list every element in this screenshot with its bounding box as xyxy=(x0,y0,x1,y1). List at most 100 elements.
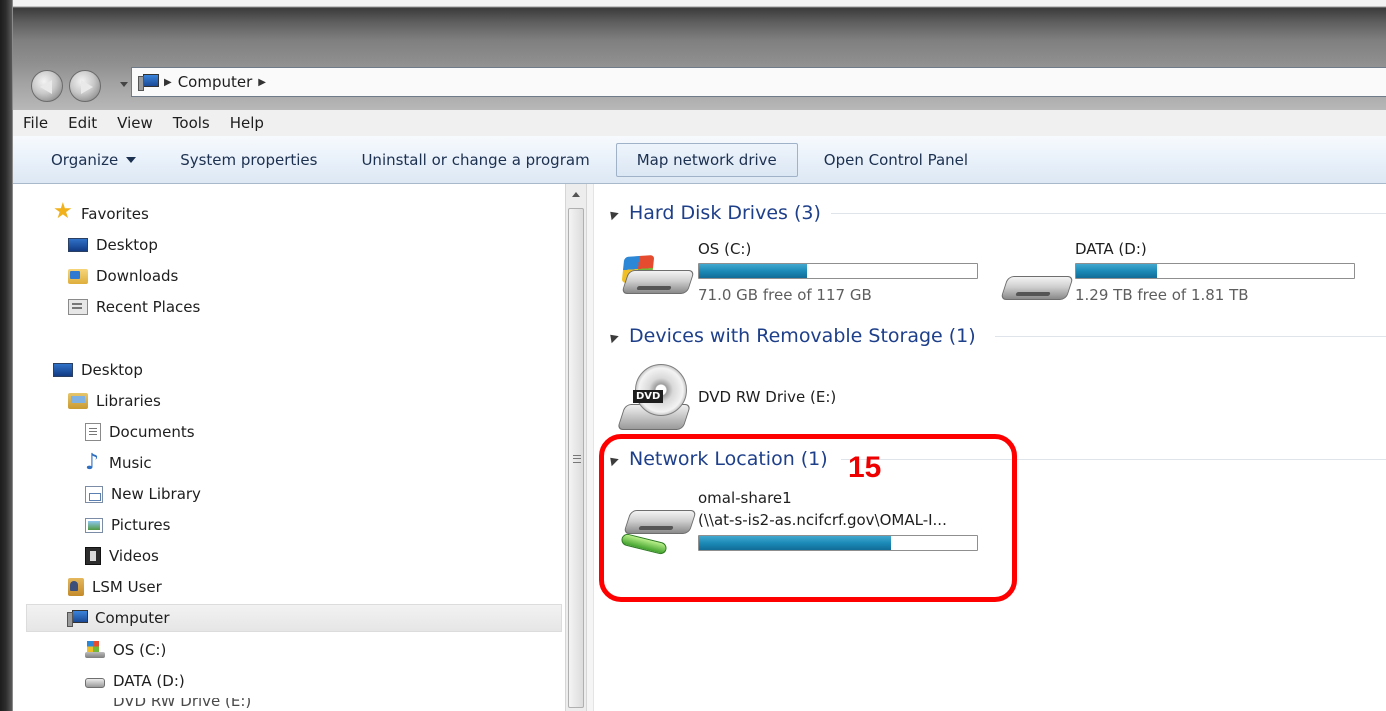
organize-button[interactable]: Organize xyxy=(13,143,158,177)
menu-file[interactable]: File xyxy=(23,114,58,132)
menu-edit[interactable]: Edit xyxy=(58,114,107,132)
system-properties-label: System properties xyxy=(180,150,318,169)
dvd-drive-icon xyxy=(85,698,105,711)
nav-label: Recent Places xyxy=(96,298,201,316)
forward-arrow-icon xyxy=(81,80,93,94)
nav-label: OS (C:) xyxy=(113,641,167,659)
drive-usage-bar xyxy=(698,263,978,279)
back-arrow-icon xyxy=(40,80,52,94)
menu-help[interactable]: Help xyxy=(220,114,274,132)
hard-drive-icon xyxy=(85,678,105,688)
group-hard-disk-drives[interactable]: Hard Disk Drives (3) xyxy=(606,202,821,224)
dvd-drive-icon: DVD xyxy=(616,364,693,438)
collapse-triangle-icon[interactable] xyxy=(606,207,619,220)
nav-item-computer[interactable]: Computer xyxy=(26,604,562,632)
group-divider xyxy=(831,213,1386,214)
pictures-icon xyxy=(85,517,103,533)
downloads-folder-icon xyxy=(68,268,88,284)
collapse-triangle-icon[interactable] xyxy=(606,330,619,343)
highlight-callout xyxy=(599,434,1017,602)
nav-label: LSM User xyxy=(92,578,162,596)
nav-label: DVD RW Drive (E:) xyxy=(113,698,252,710)
title-bar xyxy=(13,0,1386,60)
breadcrumb-chevron-icon[interactable]: ▶ xyxy=(164,77,172,88)
menu-tools[interactable]: Tools xyxy=(163,114,220,132)
drive-body xyxy=(621,270,695,294)
nav-label: DATA (D:) xyxy=(113,672,185,690)
nav-item-libraries[interactable]: Libraries xyxy=(68,387,161,415)
scroll-up-arrow-icon[interactable] xyxy=(572,192,580,197)
desktop-icon xyxy=(53,363,73,377)
drive-name: OS (C:) xyxy=(698,240,752,258)
computer-icon xyxy=(138,74,159,91)
nav-label: Computer xyxy=(95,609,170,627)
scrollbar-thumb[interactable] xyxy=(568,208,584,708)
nav-item-recent-places[interactable]: Recent Places xyxy=(68,293,200,321)
nav-item-os-c[interactable]: OS (C:) xyxy=(85,636,166,664)
system-properties-button[interactable]: System properties xyxy=(158,143,339,177)
music-note-icon xyxy=(85,450,101,475)
film-strip-icon xyxy=(85,547,101,565)
libraries-icon xyxy=(68,393,88,409)
drive-free-space: 71.0 GB free of 117 GB xyxy=(698,286,872,304)
computer-icon xyxy=(67,610,88,627)
drive-body xyxy=(1000,276,1074,300)
window-frame-left xyxy=(0,0,13,711)
breadcrumb-computer[interactable]: Computer xyxy=(178,73,253,91)
back-button[interactable] xyxy=(31,70,63,102)
nav-item-fav-desktop[interactable]: Desktop xyxy=(68,231,158,259)
nav-label: New Library xyxy=(111,485,201,503)
drive-slot xyxy=(636,286,672,290)
drive-usage-fill xyxy=(699,264,808,278)
nav-label: Desktop xyxy=(96,236,158,254)
uninstall-program-label: Uninstall or change a program xyxy=(361,150,590,169)
group-removable-storage[interactable]: Devices with Removable Storage (1) xyxy=(606,325,976,347)
drive-name: DVD RW Drive (E:) xyxy=(698,388,837,406)
nav-item-pictures[interactable]: Pictures xyxy=(85,511,170,539)
nav-label: Music xyxy=(109,454,152,472)
nav-item-downloads[interactable]: Downloads xyxy=(68,262,178,290)
os-drive-icon xyxy=(621,254,695,302)
group-title: Hard Disk Drives (3) xyxy=(629,202,821,224)
address-bar[interactable]: ▶ Computer ▶ xyxy=(131,67,1386,97)
nav-label: Pictures xyxy=(111,516,171,534)
nav-item-videos[interactable]: Videos xyxy=(85,542,159,570)
nav-item-dvd-e[interactable]: DVD RW Drive (E:) xyxy=(85,698,251,711)
nav-label: Favorites xyxy=(81,205,149,223)
recent-pages-dropdown-icon[interactable] xyxy=(120,82,128,87)
nav-item-new-library[interactable]: New Library xyxy=(85,480,201,508)
drive-usage-fill xyxy=(1076,264,1157,278)
menu-view[interactable]: View xyxy=(107,114,163,132)
nav-label: Documents xyxy=(109,423,195,441)
nav-pane-scrollbar[interactable] xyxy=(565,184,587,711)
desktop-icon xyxy=(68,238,88,252)
nav-item-data-d[interactable]: DATA (D:) xyxy=(85,667,185,695)
library-icon xyxy=(85,485,103,503)
pane-splitter[interactable] xyxy=(587,184,594,711)
recent-places-icon xyxy=(68,299,88,315)
map-network-drive-button[interactable]: Map network drive xyxy=(615,142,798,177)
open-control-panel-button[interactable]: Open Control Panel xyxy=(802,143,990,177)
chevron-down-icon xyxy=(126,156,137,163)
group-divider xyxy=(995,336,1386,337)
step-number-label: 15 xyxy=(848,451,882,484)
star-icon xyxy=(53,199,73,224)
uninstall-program-button[interactable]: Uninstall or change a program xyxy=(339,143,611,177)
nav-item-favorites[interactable]: Favorites xyxy=(53,199,149,228)
hard-drive-icon xyxy=(1000,262,1074,308)
nav-label: Libraries xyxy=(96,392,161,410)
forward-button[interactable] xyxy=(69,70,101,102)
open-control-panel-label: Open Control Panel xyxy=(823,150,969,169)
user-folder-icon xyxy=(68,578,84,596)
nav-item-documents[interactable]: Documents xyxy=(85,418,195,446)
nav-label: Desktop xyxy=(81,361,143,379)
group-title: Devices with Removable Storage (1) xyxy=(629,325,976,347)
nav-item-music[interactable]: Music xyxy=(85,449,152,477)
breadcrumb-chevron-icon[interactable]: ▶ xyxy=(258,77,266,88)
map-network-drive-label: Map network drive xyxy=(636,150,777,169)
nav-item-lsm-user[interactable]: LSM User xyxy=(68,573,162,601)
dvd-logo-icon: DVD xyxy=(633,390,664,403)
nav-item-desktop[interactable]: Desktop xyxy=(53,356,143,384)
drive-free-space: 1.29 TB free of 1.81 TB xyxy=(1075,286,1249,304)
nav-label: Videos xyxy=(109,547,159,565)
